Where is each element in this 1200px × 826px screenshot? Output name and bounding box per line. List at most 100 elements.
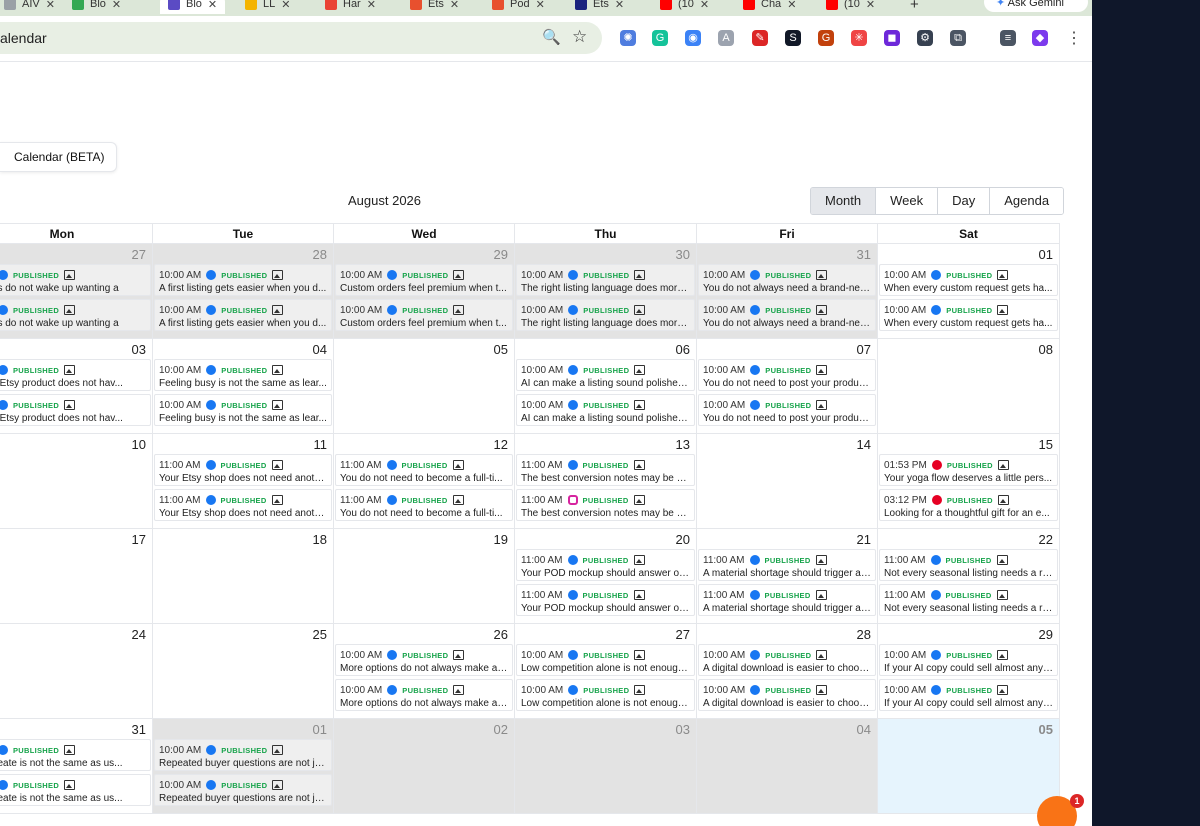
day-cell[interactable]: 05 xyxy=(878,719,1060,813)
zoom-icon[interactable]: 🔍 xyxy=(542,28,561,46)
browser-tab[interactable]: (10 ✕ xyxy=(826,0,875,14)
day-cell[interactable]: 30 10:00 AM PUBLISHED The right listing lan… xyxy=(515,244,697,338)
tab-close-icon[interactable]: ✕ xyxy=(536,0,545,11)
extension-grammarly-icon[interactable]: G xyxy=(652,30,668,46)
calendar-event[interactable]: 11:00 AM PUBLISHED Your POD mockup should … xyxy=(516,584,695,616)
browser-tab[interactable]: Blo ✕ xyxy=(160,0,226,14)
extension-ship-icon[interactable]: ◆ xyxy=(1032,30,1048,46)
calendar-event[interactable]: 11:00 AM PUBLISHED A material shortage sho… xyxy=(698,584,876,616)
day-cell[interactable]: 04 xyxy=(697,719,878,813)
day-cell[interactable]: 17 xyxy=(0,529,153,623)
view-month-button[interactable]: Month xyxy=(811,188,877,214)
tab-close-icon[interactable]: ✕ xyxy=(787,0,796,11)
calendar-event[interactable]: 10:00 AM PUBLISHED Custom orders feel prem… xyxy=(335,299,513,331)
tab-close-icon[interactable]: ✕ xyxy=(450,0,459,11)
browser-tab[interactable]: Cha ✕ xyxy=(743,0,796,14)
extension-blue-gear-icon[interactable]: ✺ xyxy=(620,30,636,46)
calendar-event[interactable]: AMPUBLISHED to create is not the same as … xyxy=(0,739,151,771)
browser-tab[interactable]: Ets ✕ xyxy=(410,0,459,14)
day-cell[interactable]: 02 xyxy=(334,719,515,813)
extension-pen-icon[interactable]: ✎ xyxy=(752,30,768,46)
day-cell[interactable]: 18 xyxy=(153,529,334,623)
tab-close-icon[interactable]: ✕ xyxy=(46,0,55,11)
calendar-event[interactable]: 10:00 AM PUBLISHED The right listing langu… xyxy=(516,299,695,331)
day-cell[interactable]: 26 10:00 AM PUBLISHED More options do not a… xyxy=(334,624,515,718)
day-cell[interactable]: 01 10:00 AM PUBLISHED When every custom req… xyxy=(878,244,1060,338)
calendar-event[interactable]: 11:00 AM PUBLISHED Not every seasonal list… xyxy=(879,549,1058,581)
day-cell[interactable]: 28 10:00 AM PUBLISHED A first listing gets … xyxy=(153,244,334,338)
day-cell[interactable]: 15 01:53 PM PUBLISHED Your yoga flow deserv… xyxy=(878,434,1060,528)
calendar-event[interactable]: 10:00 AM PUBLISHED Feeling busy is not the… xyxy=(154,359,332,391)
calendar-event[interactable]: 10:00 AM PUBLISHED More options do not alw… xyxy=(335,679,513,711)
calendar-event[interactable]: 10:00 AM PUBLISHED More options do not alw… xyxy=(335,644,513,676)
calendar-event[interactable]: 10:00 AM PUBLISHED Feeling busy is not the… xyxy=(154,394,332,426)
calendar-event[interactable]: 10:00 AM PUBLISHED You do not always need … xyxy=(698,299,876,331)
day-cell[interactable]: 03 PMPUBLISHED next Etsy product does not … xyxy=(0,339,153,433)
calendar-event[interactable]: AMPUBLISHED uyers do not wake up wanting … xyxy=(0,299,151,331)
day-cell[interactable]: 03 xyxy=(515,719,697,813)
day-cell[interactable]: 31 AMPUBLISHED to create is not the same a… xyxy=(0,719,153,813)
address-bar[interactable]: alendar 🔍 ☆ xyxy=(0,22,602,54)
calendar-event[interactable]: 11:00 AM PUBLISHED Your Etsy shop does not… xyxy=(154,454,332,486)
calendar-beta-tab[interactable]: Calendar (BETA) xyxy=(0,142,118,172)
calendar-event[interactable]: 10:00 AM PUBLISHED The right listing langu… xyxy=(516,264,695,296)
browser-tab[interactable]: (10 ✕ xyxy=(660,0,709,14)
calendar-event[interactable]: 10:00 AM PUBLISHED Low competition alone i… xyxy=(516,679,695,711)
calendar-event[interactable]: 11:00 AM PUBLISHED You do not need to beco… xyxy=(335,489,513,521)
browser-menu-icon[interactable]: ⋮ xyxy=(1066,28,1082,48)
calendar-event[interactable]: 10:00 AM PUBLISHED A first listing gets ea… xyxy=(154,264,332,296)
tab-close-icon[interactable]: ✕ xyxy=(866,0,875,11)
day-cell[interactable]: 29 10:00 AM PUBLISHED Custom orders feel pr… xyxy=(334,244,515,338)
calendar-event[interactable]: 10:00 AM PUBLISHED If your AI copy could s… xyxy=(879,679,1058,711)
new-tab-icon[interactable]: + xyxy=(910,0,919,14)
calendar-event[interactable]: 10:00 AM PUBLISHED You do not need to post… xyxy=(698,359,876,391)
browser-tab[interactable]: Har ✕ xyxy=(325,0,376,14)
day-cell[interactable]: 27 AMPUBLISHED uyers do not wake up wantin… xyxy=(0,244,153,338)
calendar-event[interactable]: 10:00 AM PUBLISHED If your AI copy could s… xyxy=(879,644,1058,676)
browser-tab[interactable]: Pod ✕ xyxy=(492,0,545,14)
day-cell[interactable]: 22 11:00 AM PUBLISHED Not every seasonal li… xyxy=(878,529,1060,623)
bookmark-star-icon[interactable]: ☆ xyxy=(572,27,587,47)
day-cell[interactable]: 04 10:00 AM PUBLISHED Feeling busy is not t… xyxy=(153,339,334,433)
day-cell[interactable]: 08 xyxy=(878,339,1060,433)
calendar-event[interactable]: 01:53 PM PUBLISHED Your yoga flow deserves… xyxy=(879,454,1058,486)
browser-tab[interactable]: Ets ✕ xyxy=(575,0,624,14)
calendar-event[interactable]: 11:00 AM PUBLISHED The best conversion not… xyxy=(516,489,695,521)
day-cell[interactable]: 05 xyxy=(334,339,515,433)
view-day-button[interactable]: Day xyxy=(938,188,991,214)
calendar-event[interactable]: 11:00 AM PUBLISHED Your POD mockup should … xyxy=(516,549,695,581)
calendar-event[interactable]: PMPUBLISHED next Etsy product does not ha… xyxy=(0,359,151,391)
tab-close-icon[interactable]: ✕ xyxy=(208,0,217,11)
tab-close-icon[interactable]: ✕ xyxy=(112,0,121,11)
calendar-event[interactable]: 11:00 AM PUBLISHED Not every seasonal list… xyxy=(879,584,1058,616)
extension-g-square-icon[interactable]: G xyxy=(818,30,834,46)
calendar-event[interactable]: 10:00 AM PUBLISHED Custom orders feel prem… xyxy=(335,264,513,296)
calendar-event[interactable]: 10:00 AM PUBLISHED AI can make a listing s… xyxy=(516,359,695,391)
day-cell[interactable]: 12 11:00 AM PUBLISHED You do not need to be… xyxy=(334,434,515,528)
tab-close-icon[interactable]: ✕ xyxy=(700,0,709,11)
day-cell[interactable]: 21 11:00 AM PUBLISHED A material shortage s… xyxy=(697,529,878,623)
day-cell[interactable]: 19 xyxy=(334,529,515,623)
day-cell[interactable]: 29 10:00 AM PUBLISHED If your AI copy could… xyxy=(878,624,1060,718)
extension-asterisk-icon[interactable]: ✳ xyxy=(851,30,867,46)
calendar-event[interactable]: 11:00 AM PUBLISHED The best conversion not… xyxy=(516,454,695,486)
day-cell[interactable]: 14 xyxy=(697,434,878,528)
tab-close-icon[interactable]: ✕ xyxy=(281,0,290,11)
calendar-event[interactable]: 11:00 AM PUBLISHED Your Etsy shop does not… xyxy=(154,489,332,521)
day-cell[interactable]: 20 11:00 AM PUBLISHED Your POD mockup shoul… xyxy=(515,529,697,623)
calendar-event[interactable]: 10:00 AM PUBLISHED A digital download is e… xyxy=(698,679,876,711)
ask-gemini-button[interactable]: ✦ Ask Gemini xyxy=(984,0,1088,12)
day-cell[interactable]: 11 11:00 AM PUBLISHED Your Etsy shop does n… xyxy=(153,434,334,528)
day-cell[interactable]: 10 xyxy=(0,434,153,528)
calendar-event[interactable]: 10:00 AM PUBLISHED A first listing gets ea… xyxy=(154,299,332,331)
calendar-event[interactable]: 10:00 AM PUBLISHED AI can make a listing s… xyxy=(516,394,695,426)
calendar-event[interactable]: 03:12 PM PUBLISHED Looking for a thoughtfu… xyxy=(879,489,1058,521)
extension-puzzle-icon[interactable]: ⧉ xyxy=(950,30,966,46)
extension-openai-icon[interactable]: ⚙ xyxy=(917,30,933,46)
calendar-event[interactable]: 10:00 AM PUBLISHED You do not need to post… xyxy=(698,394,876,426)
calendar-event[interactable]: 10:00 AM PUBLISHED Low competition alone i… xyxy=(516,644,695,676)
extension-purple-icon[interactable]: ◼ xyxy=(884,30,900,46)
tab-close-icon[interactable]: ✕ xyxy=(615,0,624,11)
day-cell[interactable]: 28 10:00 AM PUBLISHED A digital download is… xyxy=(697,624,878,718)
day-cell[interactable]: 06 10:00 AM PUBLISHED AI can make a listing… xyxy=(515,339,697,433)
